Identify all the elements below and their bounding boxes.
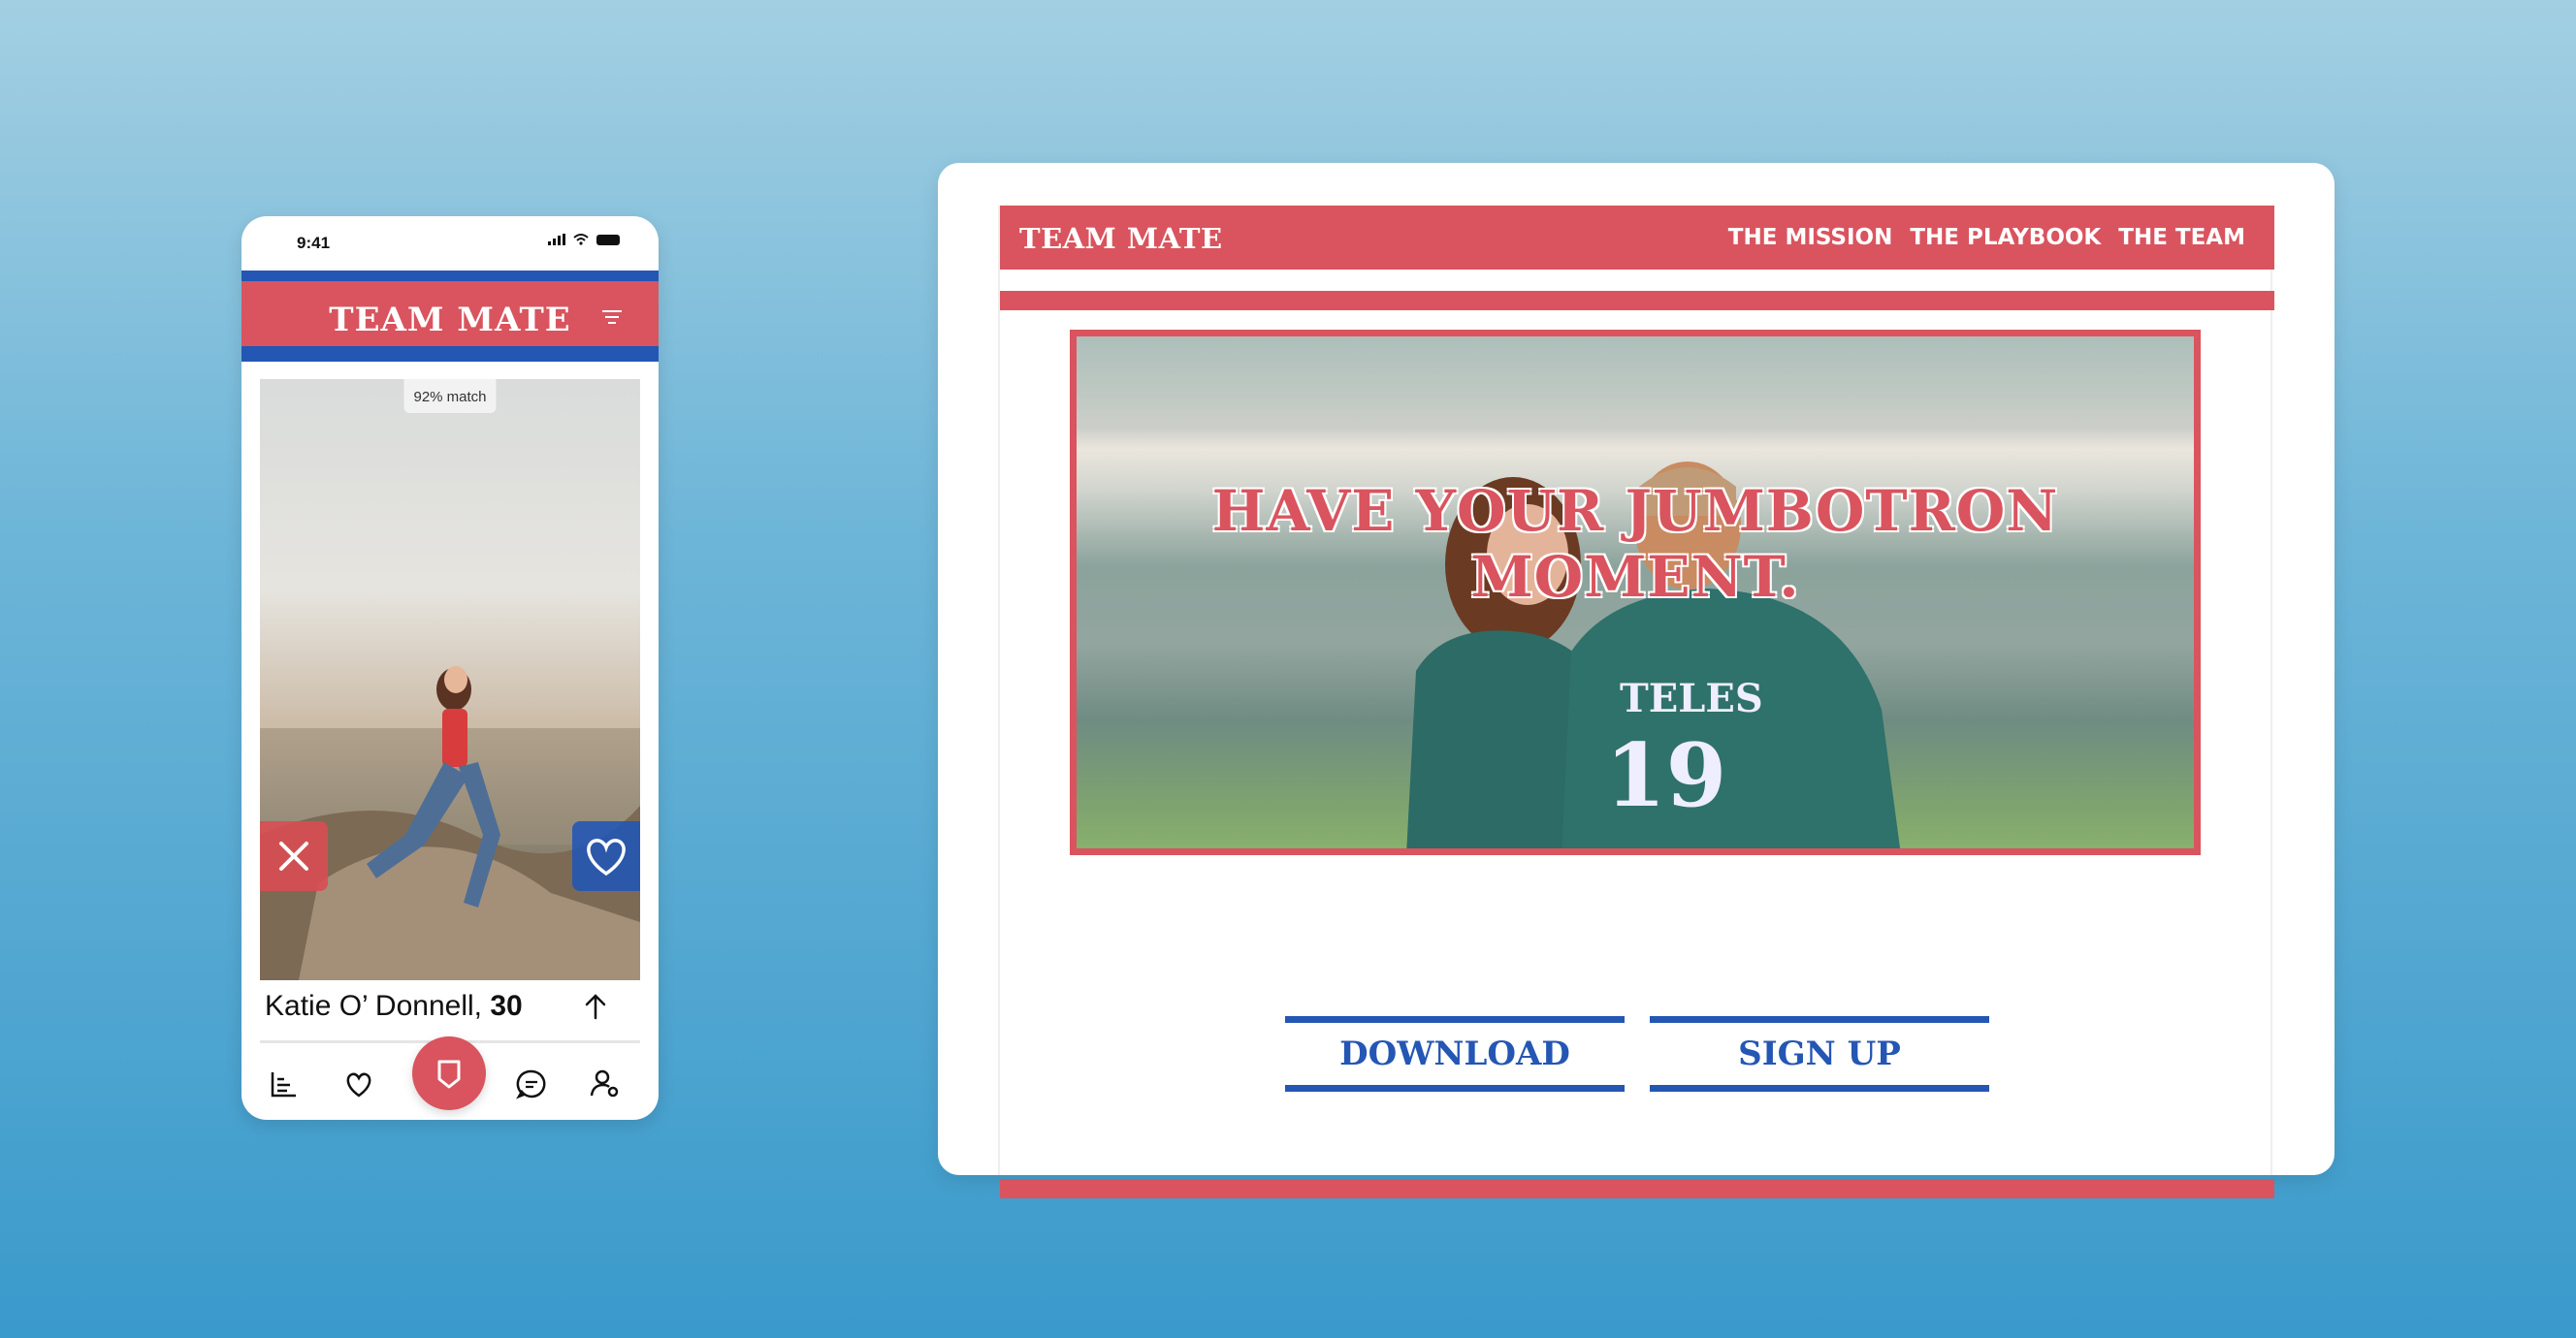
download-button[interactable]: DOWNLOAD — [1285, 1016, 1625, 1092]
nav-link-mission[interactable]: THE MISSION — [1728, 225, 1893, 250]
heart-outline-icon — [587, 839, 626, 876]
profile-name: Katie O’ Donnell, — [265, 990, 483, 1022]
heart-icon[interactable] — [342, 1067, 375, 1100]
match-badge: 92% match — [403, 379, 497, 413]
nav-link-playbook[interactable]: THE PLAYBOOK — [1910, 225, 2101, 250]
battery-icon — [596, 234, 620, 245]
filter-icon[interactable] — [602, 310, 622, 324]
phone-mockup: 9:41 TEAM MATE 92% match Katie O’ Donnel… — [242, 216, 659, 1120]
site-logo[interactable]: TEAM MATE — [1019, 222, 1223, 255]
status-bar: 9:41 — [242, 216, 659, 271]
stats-icon[interactable] — [267, 1067, 300, 1100]
reject-button[interactable] — [260, 821, 328, 891]
bottom-divider-stripe — [1000, 1179, 2274, 1198]
profile-settings-icon[interactable] — [589, 1067, 622, 1100]
wifi-icon — [573, 234, 589, 245]
profile-age: 30 — [490, 990, 523, 1022]
home-fab-button[interactable] — [412, 1036, 486, 1110]
website-page: TEAM MATE THE MISSION THE PLAYBOOK THE T… — [998, 206, 2274, 1198]
arrow-up-icon[interactable] — [583, 992, 608, 1021]
app-logo: TEAM MATE — [329, 301, 571, 339]
nav-link-team[interactable]: THE TEAM — [2118, 225, 2245, 250]
close-icon — [279, 842, 308, 871]
like-button[interactable] — [572, 821, 640, 891]
jersey-number: 19 — [1605, 724, 1727, 827]
signup-label: SIGN UP — [1738, 1035, 1901, 1073]
website-mockup: TEAM MATE THE MISSION THE PLAYBOOK THE T… — [938, 163, 2334, 1198]
download-label: DOWNLOAD — [1339, 1035, 1570, 1073]
chat-icon[interactable] — [515, 1067, 548, 1100]
hero-image: TELES 19 HAVE YOUR JUMBOTRON MOMENT. — [1070, 330, 2201, 855]
top-divider-stripe — [1000, 291, 2274, 310]
jersey-name: TELES — [1620, 676, 1763, 721]
signup-button[interactable]: SIGN UP — [1650, 1016, 1989, 1092]
nav-links: THE MISSION THE PLAYBOOK THE TEAM — [1728, 225, 2245, 250]
home-shield-icon — [437, 1060, 461, 1089]
status-time: 9:41 — [297, 234, 331, 252]
hero-headline: HAVE YOUR JUMBOTRON MOMENT. — [1211, 478, 2059, 610]
signal-icon — [548, 234, 565, 245]
profile-card[interactable]: 92% match — [260, 379, 640, 980]
profile-name-row: Katie O’ Donnell, 30 — [265, 990, 523, 1023]
phone-header: TEAM MATE — [242, 271, 659, 362]
site-navbar: TEAM MATE THE MISSION THE PLAYBOOK THE T… — [1000, 206, 2274, 270]
status-icons — [548, 234, 620, 245]
